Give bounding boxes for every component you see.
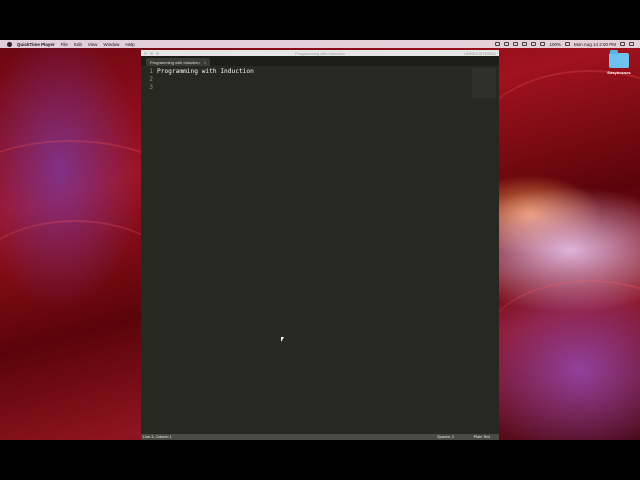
line-gutter: 1 2 3	[141, 68, 153, 92]
status-icon[interactable]	[513, 42, 519, 46]
tab-label: Programming with Induction	[150, 59, 200, 65]
desktop-folder-label: Easybosses	[607, 70, 631, 75]
tab-file[interactable]: Programming with Induction ×	[146, 58, 210, 66]
tab-bar: Programming with Induction ×	[141, 56, 499, 66]
status-menus: 100% Mon Aug 14 2:00 PM	[495, 40, 634, 48]
status-bar: Line 3, Column 1 Spaces: 2 Plain Text	[141, 434, 499, 440]
apple-menu-icon[interactable]	[7, 41, 12, 47]
code-area[interactable]: Programming with Induction	[157, 68, 254, 92]
mouse-pointer-icon	[281, 337, 284, 342]
battery-icon[interactable]	[564, 42, 570, 46]
window-title: Programming with Induction	[295, 50, 345, 56]
code-line[interactable]	[157, 84, 254, 92]
line-number: 2	[149, 76, 153, 83]
status-icon[interactable]	[504, 42, 510, 46]
notification-center-icon[interactable]	[629, 42, 634, 46]
menu-edit[interactable]: Edit	[74, 42, 82, 47]
wifi-icon[interactable]	[531, 42, 537, 46]
tab-close-icon[interactable]: ×	[204, 60, 206, 65]
line-number: 3	[149, 84, 153, 91]
code-line[interactable]	[157, 76, 254, 84]
status-icon[interactable]	[495, 42, 501, 46]
desktop: QuickTime Player File Edit View Window H…	[0, 40, 640, 440]
line-number: 1	[149, 68, 153, 75]
minimap[interactable]	[472, 68, 496, 98]
indentation-setting[interactable]: Spaces: 2	[437, 435, 454, 439]
folder-icon	[609, 50, 629, 68]
code-line[interactable]: Programming with Induction	[157, 68, 254, 76]
menu-file[interactable]: File	[61, 42, 68, 47]
menu-window[interactable]: Window	[103, 42, 119, 47]
menu-help[interactable]: Help	[125, 42, 134, 47]
menu-app-name[interactable]: QuickTime Player	[17, 42, 55, 47]
desktop-folder[interactable]: Easybosses	[604, 50, 634, 75]
text-editor[interactable]: 1 2 3 Programming with Induction	[141, 66, 499, 434]
menubar-clock[interactable]: Mon Aug 14 2:00 PM	[574, 42, 616, 47]
battery-percent[interactable]: 100%	[549, 42, 561, 47]
spotlight-icon[interactable]	[620, 42, 625, 46]
cursor-position: Line 3, Column 1	[143, 435, 172, 439]
menu-bar: QuickTime Player File Edit View Window H…	[0, 40, 640, 48]
wallpaper-band	[480, 280, 640, 420]
status-icon[interactable]	[522, 42, 528, 46]
editor-window: Programming with Induction UNREGISTERED …	[141, 50, 499, 440]
menu-view[interactable]: View	[88, 42, 98, 47]
volume-icon[interactable]	[540, 42, 546, 46]
unregistered-label: UNREGISTERED	[464, 50, 496, 56]
syntax-selector[interactable]: Plain Text	[474, 435, 490, 439]
